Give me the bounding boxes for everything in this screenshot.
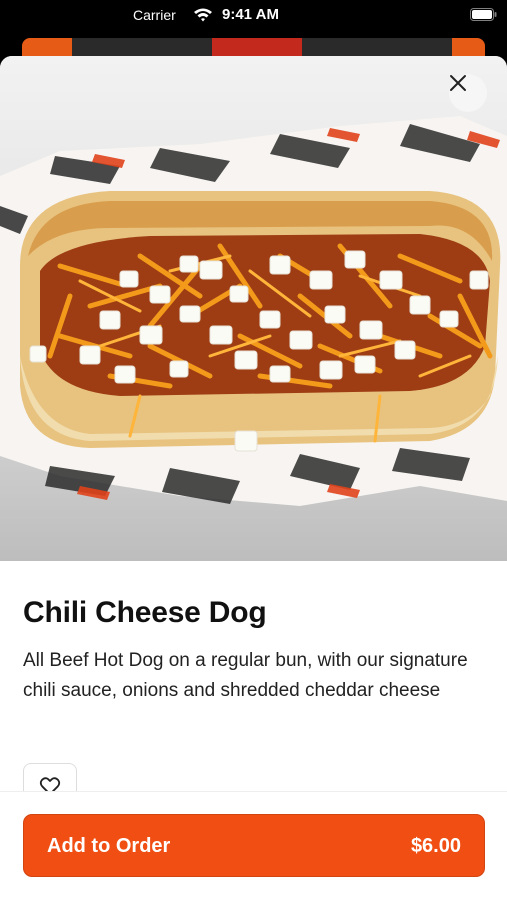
add-to-order-label: Add to Order [47,835,171,857]
item-price: $6.00 [410,835,461,857]
bottom-action-bar: Add to Order $6.00 [0,791,507,900]
status-time: 9:41 AM [222,6,279,23]
wifi-icon [194,8,212,22]
battery-icon [470,8,497,21]
product-photo [0,56,507,561]
product-description: All Beef Hot Dog on a regular bun, with … [23,650,468,701]
close-button[interactable] [449,74,487,112]
hot-dog-illustration [0,116,507,506]
status-bar: Carrier 9:41 AM [0,0,507,34]
product-title: Chili Cheese Dog [23,596,267,629]
close-icon [450,75,466,91]
product-sheet: Chili Cheese Dog All Beef Hot Dog on a r… [0,56,507,900]
carrier-label: Carrier [133,7,176,23]
product-details: Chili Cheese Dog All Beef Hot Dog on a r… [23,596,483,706]
background-card [22,38,485,58]
add-to-order-button[interactable]: Add to Order $6.00 [23,814,485,877]
